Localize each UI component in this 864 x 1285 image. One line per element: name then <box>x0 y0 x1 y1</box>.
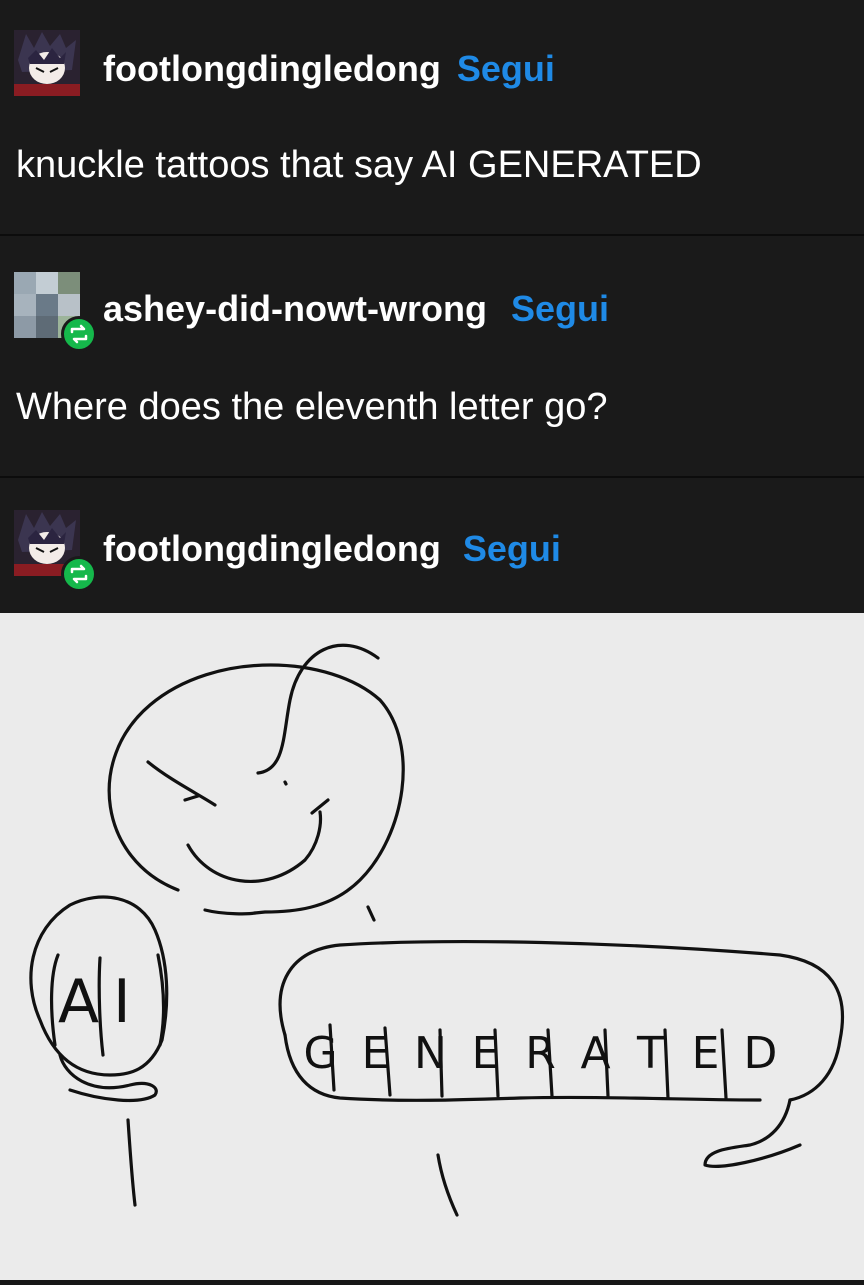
post-2: ashey-did-nowt-wrong Segui Where does the… <box>0 236 864 476</box>
tattoo-letter: N <box>414 1028 447 1079</box>
username[interactable]: ashey-did-nowt-wrong Segui <box>103 288 609 330</box>
tattoo-letter: R <box>525 1028 556 1079</box>
username-text[interactable]: footlongdingledong <box>103 48 441 89</box>
post-text: Where does the eleventh letter go? <box>16 386 608 428</box>
follow-button[interactable]: Segui <box>511 288 609 329</box>
reblog-icon <box>61 316 97 352</box>
post-text: knuckle tattoos that say AI GENERATED <box>16 144 702 186</box>
left-fist-tattoo: AI <box>58 967 145 1037</box>
right-fist-tattoo: G E N E R A T E D <box>293 1028 788 1079</box>
tattoo-letter: D <box>743 1028 778 1079</box>
tattoo-letter: T <box>637 1028 664 1079</box>
drawing-image: AI G E N E R A T E D <box>0 613 864 1280</box>
follow-button[interactable]: Segui <box>463 528 561 569</box>
tattoo-letter: E <box>361 1028 390 1079</box>
anime-avatar-icon <box>14 30 80 96</box>
username-text[interactable]: footlongdingledong <box>103 528 441 569</box>
username[interactable]: footlongdingledong Segui <box>103 528 561 570</box>
post-3: footlongdingledong Segui <box>0 478 864 613</box>
tattoo-letter: E <box>691 1028 720 1079</box>
avatar[interactable] <box>14 30 80 96</box>
post-1: footlongdingledong Segui knuckle tattoos … <box>0 0 864 234</box>
username[interactable]: footlongdingledong Segui <box>103 48 555 90</box>
tattoo-letter: A <box>580 1028 611 1079</box>
reblog-icon <box>61 556 97 592</box>
stick-figure-drawing <box>29 643 845 1217</box>
username-text[interactable]: ashey-did-nowt-wrong <box>103 288 487 329</box>
follow-button[interactable]: Segui <box>457 48 555 89</box>
tattoo-letter: G <box>303 1028 338 1079</box>
tattoo-letter: E <box>471 1028 500 1079</box>
